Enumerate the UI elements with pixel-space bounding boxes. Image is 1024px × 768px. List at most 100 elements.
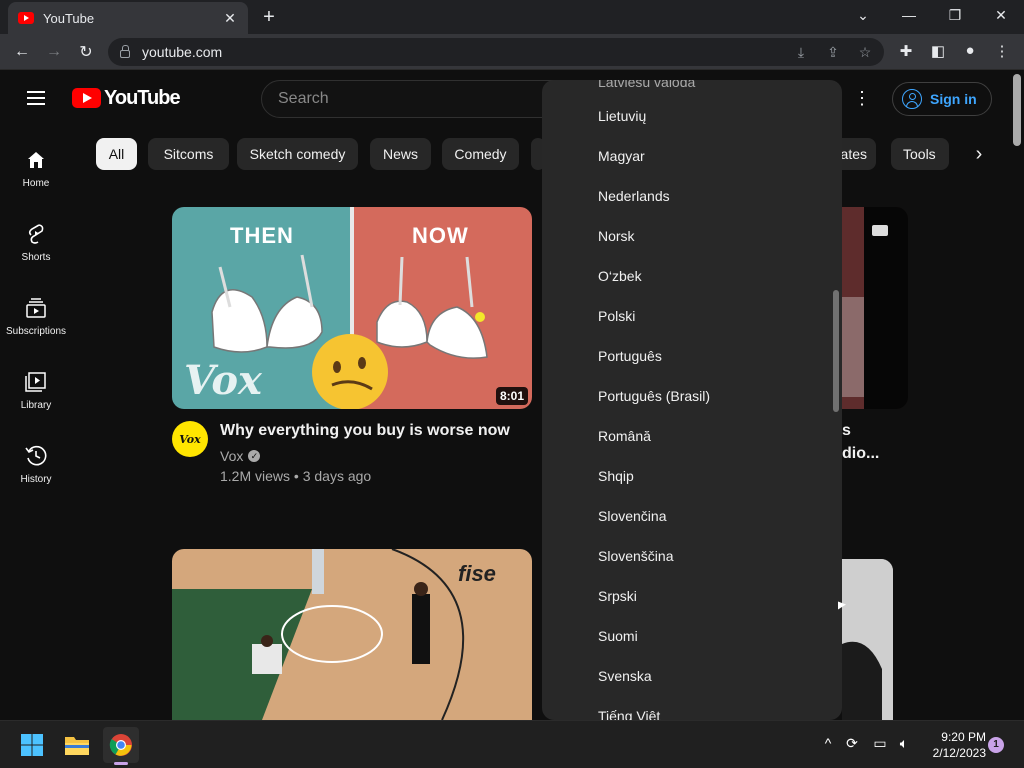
- profile-icon[interactable]: ●: [960, 42, 980, 62]
- youtube-logo[interactable]: YouTube: [72, 86, 181, 109]
- history-icon: [24, 444, 48, 468]
- language-option-partial[interactable]: Latviešu valoda: [598, 80, 695, 90]
- side-panel-icon[interactable]: ◧: [928, 42, 948, 62]
- chip-tools[interactable]: Tools: [891, 138, 949, 170]
- language-option[interactable]: Lietuvių: [598, 108, 646, 124]
- chip-news[interactable]: News: [370, 138, 431, 170]
- thumbnail-art: [842, 559, 893, 720]
- language-option[interactable]: Magyar: [598, 148, 645, 164]
- clock-date: 2/12/2023: [932, 746, 986, 760]
- language-menu: Latviešu valoda Lietuvių Magyar Nederlan…: [542, 80, 842, 720]
- video-thumbnail-partial[interactable]: [842, 207, 908, 409]
- notification-badge[interactable]: 1: [988, 737, 1004, 753]
- page-scrollbar-thumb[interactable]: [1013, 74, 1021, 146]
- chip-sitcoms[interactable]: Sitcoms: [148, 138, 229, 170]
- settings-more-icon[interactable]: ⋮: [853, 88, 871, 108]
- rail-item-home[interactable]: Home: [0, 142, 72, 216]
- clock-time: 9:20 PM: [941, 730, 986, 744]
- windows-taskbar: ^ ⟳ ▭ 🔈︎ 9:20 PM 2/12/2023 1: [0, 720, 1024, 768]
- language-option[interactable]: Suomi: [598, 628, 638, 644]
- search-input[interactable]: Search: [261, 80, 561, 118]
- language-option[interactable]: Srpski: [598, 588, 637, 604]
- menu-hamburger-icon[interactable]: [27, 91, 45, 105]
- language-option[interactable]: Svenska: [598, 668, 652, 684]
- language-menu-scrollbar[interactable]: [833, 290, 839, 412]
- shorts-icon: [24, 222, 48, 246]
- video-title[interactable]: Why everything you buy is worse now: [220, 422, 510, 440]
- thumb-now-label: NOW: [412, 223, 469, 248]
- tab-close-icon[interactable]: ✕: [222, 10, 238, 27]
- language-option[interactable]: Norsk: [598, 228, 635, 244]
- extensions-icon[interactable]: ✚: [896, 42, 916, 62]
- forward-icon[interactable]: →: [42, 40, 66, 64]
- language-option[interactable]: Slovenščina: [598, 548, 674, 564]
- active-app-indicator: [114, 762, 128, 765]
- verified-check-icon: ✓: [248, 450, 261, 462]
- video-thumbnail[interactable]: fise: [172, 549, 532, 720]
- lock-icon[interactable]: [120, 45, 130, 58]
- chevron-right-icon[interactable]: ›: [964, 140, 994, 170]
- bookmark-star-icon[interactable]: ☆: [856, 44, 874, 60]
- taskbar-clock[interactable]: 9:20 PM 2/12/2023: [922, 729, 986, 761]
- partial-title-line2[interactable]: dio...: [842, 445, 879, 463]
- browser-tab[interactable]: YouTube ✕: [8, 2, 248, 34]
- window-close-button[interactable]: ✕: [978, 0, 1024, 30]
- tab-search-icon[interactable]: ⌄: [840, 0, 886, 30]
- share-icon[interactable]: ⇪: [824, 44, 842, 60]
- volume-icon[interactable]: 🔈︎: [894, 735, 914, 752]
- thumbnail-art: [842, 207, 908, 409]
- video-thumbnail-partial[interactable]: [842, 559, 893, 720]
- browser-tab-strip: YouTube ✕ + ⌄ — ❐ ✕: [0, 0, 1024, 34]
- rail-item-history[interactable]: History: [0, 438, 72, 512]
- chip-sketch-comedy[interactable]: Sketch comedy: [237, 138, 358, 170]
- language-option[interactable]: Português (Brasil): [598, 388, 710, 404]
- sign-in-button[interactable]: Sign in: [892, 82, 992, 116]
- library-icon: [24, 370, 48, 394]
- language-option[interactable]: Tiếng Việt: [598, 708, 660, 720]
- language-option[interactable]: Polski: [598, 308, 635, 324]
- minimize-button[interactable]: —: [886, 0, 932, 30]
- channel-name: Vox: [220, 448, 244, 464]
- file-explorer-icon[interactable]: [59, 727, 95, 763]
- address-bar[interactable]: youtube.com ⤓ ⇪ ☆: [108, 38, 884, 66]
- rail-item-library[interactable]: Library: [0, 364, 72, 438]
- chip-comedy[interactable]: Comedy: [442, 138, 519, 170]
- show-hidden-icons-icon[interactable]: ^: [818, 735, 838, 751]
- page-scrollbar[interactable]: [1010, 70, 1024, 720]
- rail-item-subscriptions[interactable]: Subscriptions: [0, 290, 72, 364]
- reload-icon[interactable]: ↻: [74, 40, 98, 64]
- tab-title: YouTube: [43, 10, 95, 26]
- language-option[interactable]: Português: [598, 348, 662, 364]
- chrome-menu-icon[interactable]: ⋮: [992, 42, 1012, 62]
- account-icon: [902, 89, 922, 109]
- partial-title-line1[interactable]: s: [842, 422, 851, 440]
- chip-all[interactable]: All: [96, 138, 137, 170]
- youtube-play-icon: [72, 88, 101, 108]
- language-option[interactable]: Shqip: [598, 468, 634, 484]
- restore-button[interactable]: ❐: [932, 0, 978, 30]
- home-icon: [24, 148, 48, 172]
- browser-toolbar: ← → ↻ youtube.com ⤓ ⇪ ☆ ✚ ◧ ● ⋮: [0, 34, 1024, 70]
- language-option[interactable]: O‘zbek: [598, 268, 642, 284]
- install-icon[interactable]: ⤓: [792, 44, 810, 60]
- subscriptions-icon: [24, 296, 48, 320]
- video-channel[interactable]: Vox ✓: [220, 448, 261, 464]
- logo-wordmark: YouTube: [104, 86, 181, 109]
- windows-start-icon[interactable]: [14, 727, 50, 763]
- language-option[interactable]: Slovenčina: [598, 508, 667, 524]
- address-url: youtube.com: [142, 44, 223, 60]
- language-option[interactable]: Română: [598, 428, 651, 444]
- rail-item-shorts[interactable]: Shorts: [0, 216, 72, 290]
- new-tab-button[interactable]: +: [258, 7, 280, 27]
- back-icon[interactable]: ←: [10, 40, 34, 64]
- thumb-watermark: Vox: [184, 357, 262, 404]
- sync-icon[interactable]: ⟳: [842, 735, 862, 752]
- video-duration: 8:01: [495, 387, 528, 405]
- language-option[interactable]: Nederlands: [598, 188, 670, 204]
- youtube-favicon-icon: [18, 12, 34, 24]
- search-placeholder: Search: [278, 90, 329, 107]
- channel-avatar[interactable]: Vox: [172, 421, 208, 457]
- video-thumbnail[interactable]: THEN NOW Vox 8:01: [172, 207, 532, 409]
- chrome-taskbar-icon[interactable]: [103, 727, 139, 765]
- network-icon[interactable]: ▭: [870, 735, 890, 752]
